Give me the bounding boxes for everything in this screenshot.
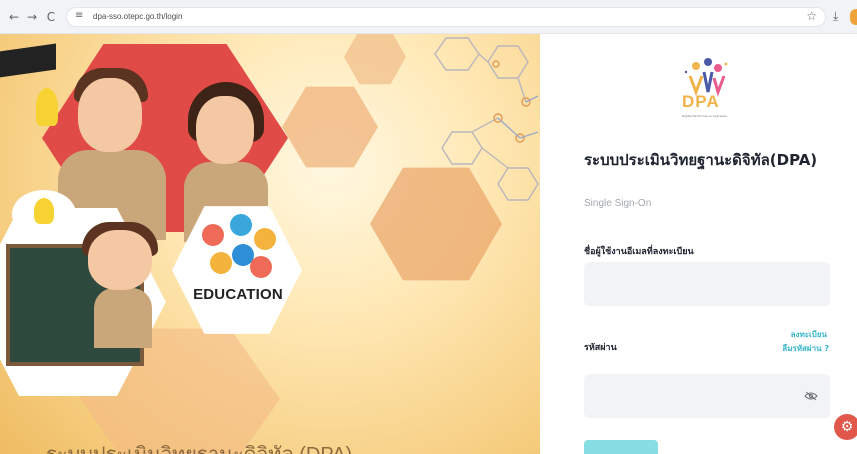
site-info-icon[interactable]: ≡	[75, 10, 83, 21]
back-arrow-icon[interactable]: ←	[6, 9, 22, 25]
forward-arrow-icon[interactable]: →	[24, 9, 40, 25]
url-text[interactable]: dpa-sso.otepc.go.th/login	[93, 12, 182, 21]
molecule-graphic	[434, 37, 539, 201]
username-input[interactable]	[584, 262, 830, 306]
page-subtitle: Single Sign-On	[584, 198, 652, 209]
reload-icon[interactable]: C	[43, 9, 59, 25]
forgot-password-link[interactable]: ลืมรหัสผ่าน ?	[782, 342, 829, 355]
logo-subtext: Digital Performance Appraisal	[682, 114, 727, 118]
hero-title: ระบบประเมินวิทยฐานะดิจิทัล (DPA)	[46, 438, 352, 454]
logo-text: DPA	[682, 92, 720, 111]
browser-toolbar: ← → C ≡ dpa-sso.otepc.go.th/login ☆ ⤓	[0, 0, 857, 34]
eye-off-icon[interactable]	[804, 391, 818, 401]
profile-avatar[interactable]	[850, 9, 857, 25]
username-label: ชื่อผู้ใช้งานอีเมลที่ลงทะเบียน	[584, 247, 694, 257]
download-icon[interactable]: ⤓	[833, 9, 838, 24]
hero-illustration: EDUCATION ระบบประเมินวิทยฐานะดิจิทัล (DP…	[0, 34, 540, 454]
address-bar[interactable]: ≡ dpa-sso.otepc.go.th/login ☆	[66, 7, 826, 27]
password-input[interactable]	[584, 374, 830, 418]
page-title: ระบบประเมินวิทยฐานะดิจิทัล(DPA)	[584, 151, 818, 169]
settings-gear-icon[interactable]: ⚙	[834, 414, 857, 440]
password-label: รหัสผ่าน	[584, 343, 617, 353]
login-panel: DPA Digital Performance Appraisal ระบบปร…	[540, 34, 857, 454]
bookmark-star-icon[interactable]: ☆	[806, 9, 817, 23]
register-link[interactable]: ลงทะเบียน	[791, 328, 827, 341]
login-button[interactable]	[584, 440, 658, 454]
